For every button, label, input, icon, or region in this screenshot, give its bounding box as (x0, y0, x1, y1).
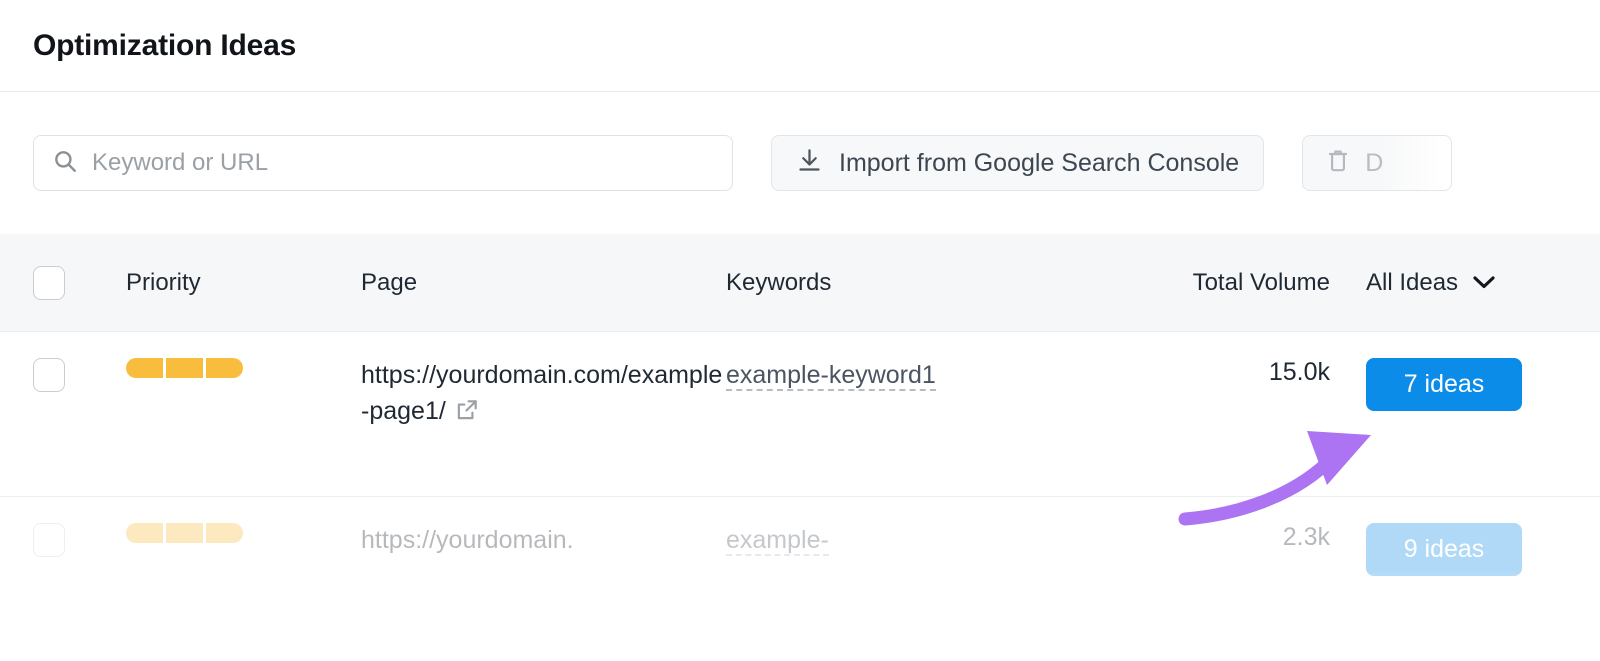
ideas-cell: 7 ideas (1366, 358, 1600, 411)
column-header-total-volume[interactable]: Total Volume (1136, 269, 1366, 297)
search-placeholder: Keyword or URL (92, 149, 269, 176)
keyword-link[interactable]: example- (726, 526, 829, 556)
table-header-row: Priority Page Keywords Total Volume All … (0, 234, 1600, 332)
page-cell: https://yourdomain. (361, 523, 726, 559)
delete-button-label: D (1365, 148, 1384, 177)
priority-segment (206, 358, 243, 378)
priority-segment (126, 523, 163, 543)
page-url[interactable]: https://yourdomain. (361, 526, 574, 554)
priority-segment (126, 358, 163, 378)
row-select-cell (0, 358, 126, 392)
ideas-badge[interactable]: 7 ideas (1366, 358, 1522, 411)
table-row[interactable]: https://yourdomain.com/example-page1/ ex… (0, 332, 1600, 497)
priority-indicator (126, 358, 361, 378)
keywords-cell: example-keyword1 (726, 358, 1136, 394)
external-link-icon[interactable] (454, 397, 480, 428)
priority-segment (166, 523, 203, 543)
column-header-page[interactable]: Page (361, 269, 726, 297)
trash-icon (1325, 147, 1351, 180)
total-volume-cell: 15.0k (1136, 358, 1366, 387)
ideas-filter-dropdown[interactable]: All Ideas (1366, 269, 1600, 297)
import-from-google-search-console-button[interactable]: Import from Google Search Console (771, 135, 1265, 191)
toolbar: Keyword or URL Import from Google Search… (0, 92, 1600, 234)
total-volume-cell: 2.3k (1136, 523, 1366, 552)
row-checkbox[interactable] (33, 358, 65, 392)
optimization-ideas-table: Priority Page Keywords Total Volume All … (0, 234, 1600, 661)
column-header-keywords[interactable]: Keywords (726, 269, 1136, 297)
priority-segment (206, 523, 243, 543)
priority-cell (126, 523, 361, 543)
row-select-cell (0, 523, 126, 557)
import-button-label: Import from Google Search Console (839, 148, 1240, 177)
select-all-checkbox[interactable] (33, 265, 65, 300)
total-volume-value: 15.0k (1268, 358, 1330, 386)
search-icon (52, 148, 78, 179)
download-icon (796, 147, 823, 179)
priority-cell (126, 358, 361, 378)
page-title: Optimization Ideas (33, 28, 297, 62)
column-header-priority[interactable]: Priority (126, 269, 361, 297)
ideas-filter-label: All Ideas (1366, 268, 1459, 296)
panel-header: Optimization Ideas (0, 0, 1600, 92)
total-volume-value: 2.3k (1282, 523, 1330, 551)
page-url[interactable]: https://yourdomain.com/example-page1/ (361, 361, 722, 425)
keyword-link[interactable]: example-keyword1 (726, 361, 936, 391)
page-cell: https://yourdomain.com/example-page1/ (361, 358, 726, 429)
ideas-badge[interactable]: 9 ideas (1366, 523, 1522, 576)
keywords-cell: example- (726, 523, 1136, 559)
priority-segment (166, 358, 203, 378)
row-checkbox[interactable] (33, 523, 65, 557)
delete-button[interactable]: D (1302, 135, 1453, 191)
optimization-ideas-panel: Optimization Ideas Keyword or URL Import… (0, 0, 1600, 661)
search-input[interactable]: Keyword or URL (33, 135, 733, 191)
ideas-cell: 9 ideas (1366, 523, 1600, 576)
chevron-down-icon (1472, 269, 1496, 297)
priority-indicator (126, 523, 361, 543)
table-row[interactable]: https://yourdomain. example- 2.3k 9 idea… (0, 497, 1600, 661)
select-all-cell (0, 265, 126, 300)
